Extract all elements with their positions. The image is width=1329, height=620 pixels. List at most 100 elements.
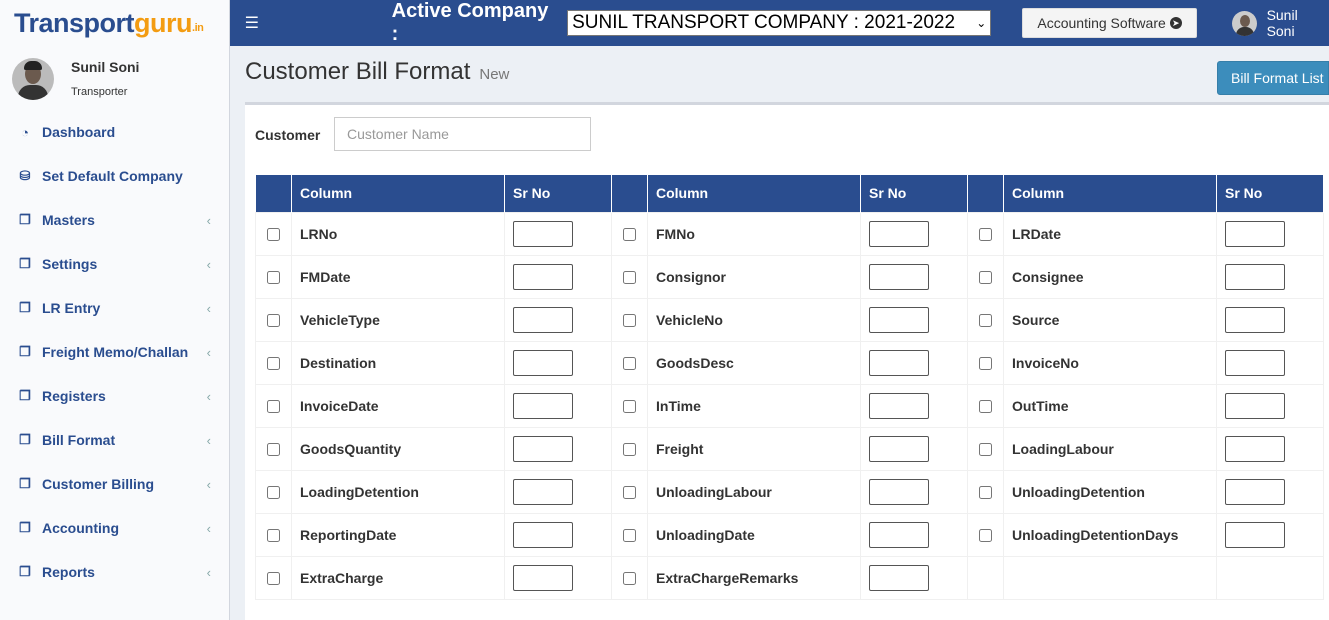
column-checkbox[interactable] xyxy=(623,572,636,586)
sr-no-input[interactable] xyxy=(869,479,929,505)
column-checkbox[interactable] xyxy=(979,529,992,543)
column-name-cell: UnloadingDate xyxy=(647,512,861,557)
accounting-software-button[interactable]: Accounting Software ➤ xyxy=(1022,8,1197,38)
column-checkbox[interactable] xyxy=(979,228,992,242)
column-checkbox[interactable] xyxy=(979,486,992,500)
sr-no-input[interactable] xyxy=(1225,436,1285,462)
sidebar-item-dashboard[interactable]: ◔ Dashboard xyxy=(0,110,229,154)
checkbox-cell xyxy=(255,469,292,514)
sr-no-input[interactable] xyxy=(869,307,929,333)
sidebar-item-settings[interactable]: ❐ Settings ‹ xyxy=(0,242,229,286)
sidebar-item-freight-memo-challan[interactable]: ❐ Freight Memo/Challan ‹ xyxy=(0,330,229,374)
bill-format-list-button[interactable]: Bill Format List xyxy=(1217,61,1329,95)
sr-no-cell xyxy=(504,297,612,342)
sr-no-input[interactable] xyxy=(1225,522,1285,548)
sidebar-item-set-default-company[interactable]: ⛁ Set Default Company xyxy=(0,154,229,198)
table-row: FMDate Consignor Consignee xyxy=(255,254,1324,299)
checkbox-cell xyxy=(255,211,292,256)
sr-no-input[interactable] xyxy=(513,393,573,419)
column-checkbox[interactable] xyxy=(623,400,636,414)
copy-icon: ❐ xyxy=(19,388,31,403)
column-checkbox[interactable] xyxy=(979,314,992,328)
logo[interactable]: Transport guru .in xyxy=(0,0,229,46)
column-checkbox[interactable] xyxy=(267,443,280,457)
checkbox-cell xyxy=(611,383,648,428)
checkbox-cell xyxy=(967,555,1004,600)
sr-no-input[interactable] xyxy=(513,436,573,462)
column-checkbox[interactable] xyxy=(623,443,636,457)
sr-no-input[interactable] xyxy=(513,350,573,376)
column-name-cell: Source xyxy=(1003,297,1217,342)
sr-no-input[interactable] xyxy=(1225,479,1285,505)
column-checkbox[interactable] xyxy=(267,314,280,328)
table-row: ReportingDate UnloadingDate UnloadingDeten… xyxy=(255,512,1324,557)
table-row: GoodsQuantity Freight LoadingLabour xyxy=(255,426,1324,471)
sr-no-input[interactable] xyxy=(869,350,929,376)
sr-no-input[interactable] xyxy=(869,264,929,290)
sr-no-input[interactable] xyxy=(513,307,573,333)
column-checkbox[interactable] xyxy=(267,572,280,586)
column-name-cell: Consignor xyxy=(647,254,861,299)
column-checkbox[interactable] xyxy=(267,357,280,371)
sr-no-cell xyxy=(1216,512,1324,557)
column-checkbox[interactable] xyxy=(267,529,280,543)
column-checkbox[interactable] xyxy=(623,314,636,328)
sr-no-input[interactable] xyxy=(1225,264,1285,290)
sr-no-input[interactable] xyxy=(1225,307,1285,333)
sidebar-item-customer-billing[interactable]: ❐ Customer Billing ‹ xyxy=(0,462,229,506)
sr-no-input[interactable] xyxy=(1225,350,1285,376)
user-menu[interactable]: Sunil Soni xyxy=(1231,7,1329,39)
sidebar-item-label: LR Entry xyxy=(42,300,101,316)
column-checkbox[interactable] xyxy=(623,486,636,500)
sr-no-cell xyxy=(860,512,968,557)
column-checkbox[interactable] xyxy=(623,271,636,285)
sr-no-input[interactable] xyxy=(1225,393,1285,419)
column-checkbox[interactable] xyxy=(979,400,992,414)
sidebar-menu: ◔ Dashboard ⛁ Set Default Company ❐ Masters ‹ ❐… xyxy=(0,110,229,594)
checkbox-cell xyxy=(255,383,292,428)
column-checkbox[interactable] xyxy=(623,357,636,371)
active-company-select[interactable]: SUNIL TRANSPORT COMPANY : 2021-2022 ⌄ xyxy=(567,10,992,36)
column-checkbox[interactable] xyxy=(979,443,992,457)
checkbox-cell xyxy=(255,254,292,299)
column-name-cell xyxy=(1003,555,1217,600)
sr-no-cell xyxy=(860,297,968,342)
customer-name-input[interactable] xyxy=(334,117,591,151)
column-name-cell: LRNo xyxy=(291,211,505,256)
sr-no-input[interactable] xyxy=(869,221,929,247)
column-name-cell: LoadingDetention xyxy=(291,469,505,514)
column-checkbox[interactable] xyxy=(979,357,992,371)
sr-no-input[interactable] xyxy=(869,436,929,462)
checkbox-header xyxy=(967,175,1004,212)
column-checkbox[interactable] xyxy=(623,529,636,543)
sr-no-input[interactable] xyxy=(513,479,573,505)
sidebar-item-label: Dashboard xyxy=(42,124,116,140)
sr-no-cell xyxy=(1216,426,1324,471)
sr-no-header: Sr No xyxy=(860,175,968,212)
sr-no-input[interactable] xyxy=(1225,221,1285,247)
checkbox-cell xyxy=(611,469,648,514)
sidebar-item-accounting[interactable]: ❐ Accounting ‹ xyxy=(0,506,229,550)
chevron-left-icon: ‹ xyxy=(206,344,211,360)
sr-no-input[interactable] xyxy=(513,565,573,591)
column-checkbox[interactable] xyxy=(267,271,280,285)
chevron-left-icon: ‹ xyxy=(206,212,211,228)
sidebar-item-lr-entry[interactable]: ❐ LR Entry ‹ xyxy=(0,286,229,330)
column-checkbox[interactable] xyxy=(623,228,636,242)
sidebar-item-registers[interactable]: ❐ Registers ‹ xyxy=(0,374,229,418)
sidebar-item-masters[interactable]: ❐ Masters ‹ xyxy=(0,198,229,242)
sr-no-input[interactable] xyxy=(513,221,573,247)
column-checkbox[interactable] xyxy=(979,271,992,285)
column-checkbox[interactable] xyxy=(267,228,280,242)
sr-no-input[interactable] xyxy=(513,264,573,290)
checkbox-cell xyxy=(967,297,1004,342)
sr-no-input[interactable] xyxy=(869,565,929,591)
sidebar-item-bill-format[interactable]: ❐ Bill Format ‹ xyxy=(0,418,229,462)
sr-no-input[interactable] xyxy=(513,522,573,548)
sr-no-input[interactable] xyxy=(869,393,929,419)
column-checkbox[interactable] xyxy=(267,400,280,414)
sidebar-item-reports[interactable]: ❐ Reports ‹ xyxy=(0,550,229,594)
hamburger-menu-icon[interactable]: ☰ xyxy=(232,13,272,33)
column-checkbox[interactable] xyxy=(267,486,280,500)
sr-no-input[interactable] xyxy=(869,522,929,548)
